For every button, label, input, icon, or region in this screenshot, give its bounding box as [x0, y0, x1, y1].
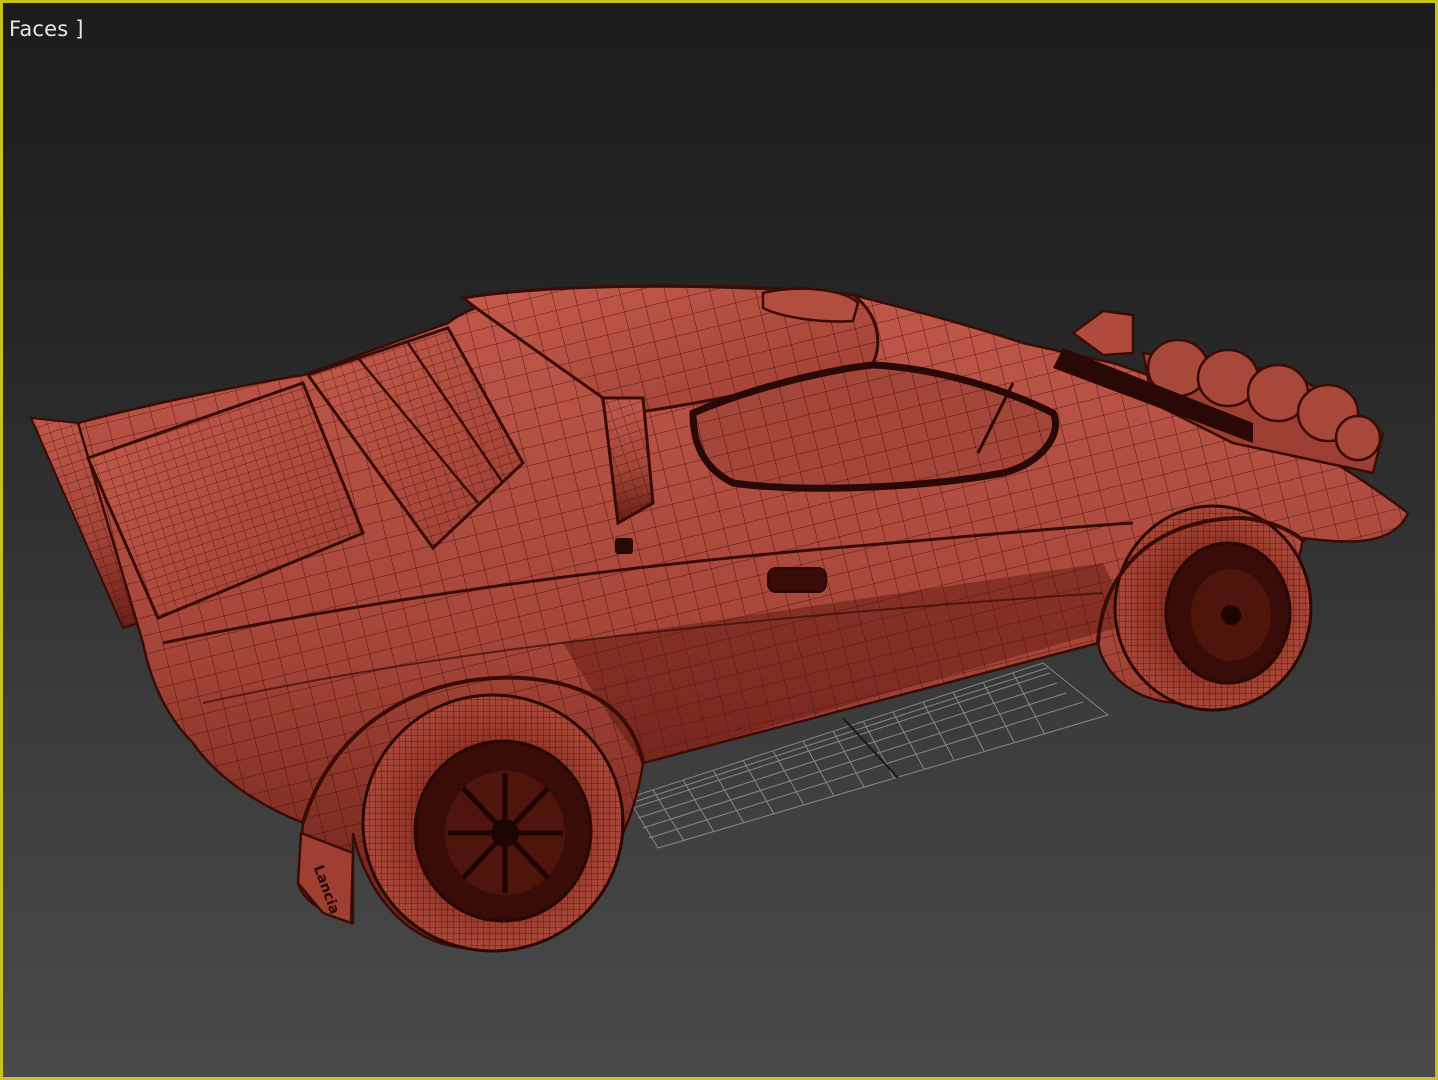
side-marker-light	[767, 567, 827, 593]
door-handle	[615, 538, 633, 554]
perspective-viewport[interactable]: Faces ] Lancia	[0, 0, 1438, 1080]
rear-wheel	[361, 693, 625, 953]
scene-canvas[interactable]: Lancia	[3, 3, 1435, 1077]
front-wheel	[1113, 504, 1313, 712]
